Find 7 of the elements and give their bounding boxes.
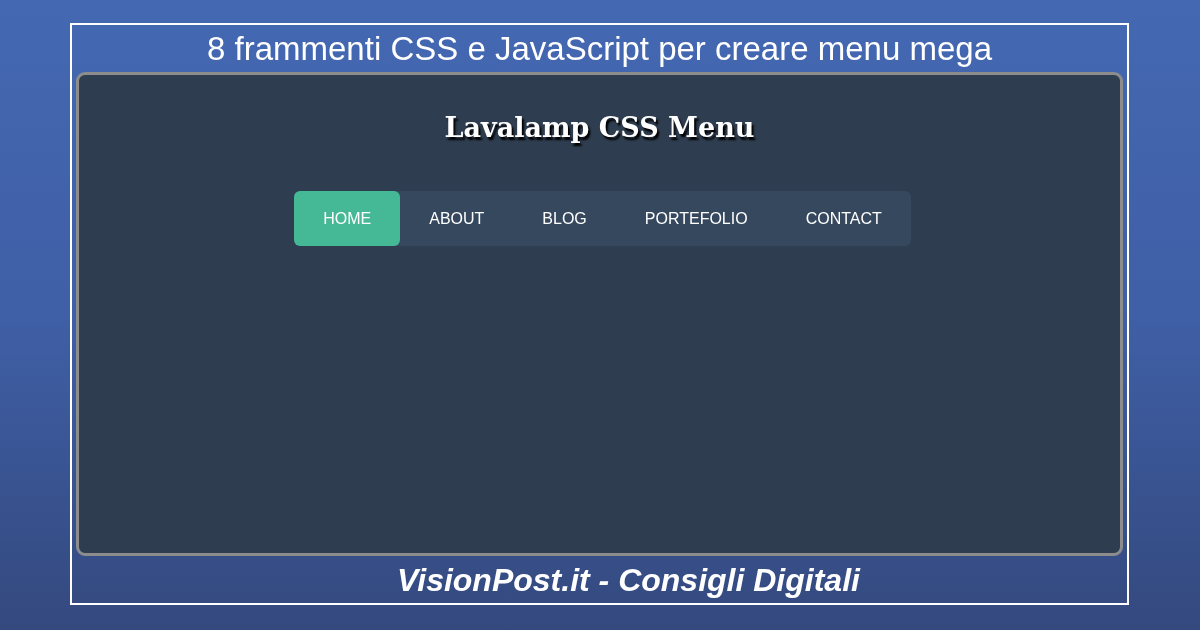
article-title: 8 frammenti CSS e JavaScript per creare menu mega [206,29,993,69]
menu-item[interactable]: BLOG [513,191,616,246]
menu-item[interactable]: PORTEFOLIO [615,191,777,246]
menu-item[interactable]: CONTACT [776,191,911,246]
menu-heading: Lavalamp CSS Menu [444,111,755,145]
site-caption: VisionPost.it - Consigli Digitali [397,560,860,600]
menu-item[interactable]: ABOUT [400,191,514,246]
